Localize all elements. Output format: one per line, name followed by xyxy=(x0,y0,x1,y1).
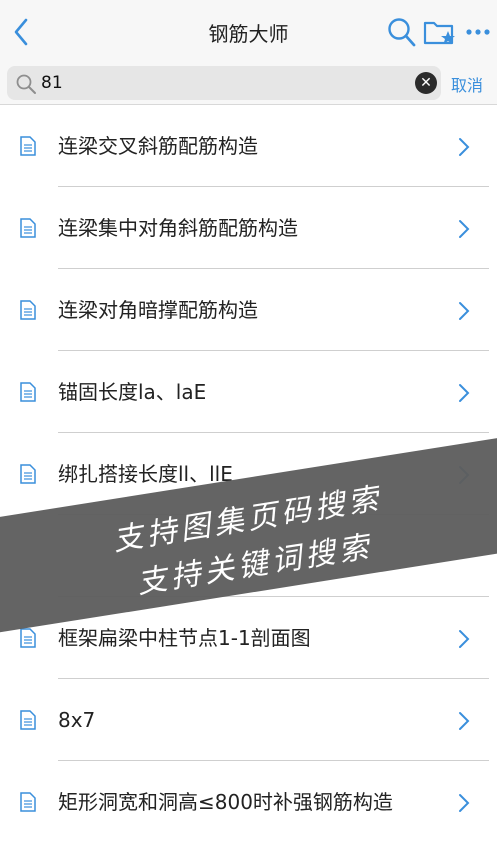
document-icon xyxy=(20,792,36,812)
list-item-label: 连梁交叉斜筋配筋构造 xyxy=(58,134,258,158)
list-item[interactable]: 8x7 xyxy=(0,679,497,761)
list-item-label: 锚固长度la、laE xyxy=(58,380,207,404)
more-button[interactable] xyxy=(464,14,494,50)
search-field[interactable]: ✕ xyxy=(7,66,441,100)
document-icon xyxy=(20,218,36,238)
search-input[interactable] xyxy=(41,70,411,96)
favorites-button[interactable] xyxy=(422,14,458,50)
list-item-label: 连梁对角暗撑配筋构造 xyxy=(58,298,258,322)
chevron-right-icon xyxy=(459,302,470,320)
search-icon xyxy=(16,74,36,94)
list-item[interactable]: 矩形洞宽和洞高≤800时补强钢筋构造 xyxy=(0,761,497,843)
document-icon xyxy=(20,300,36,320)
clear-search-button[interactable]: ✕ xyxy=(415,72,437,94)
list-item[interactable]: 连梁对角暗撑配筋构造 xyxy=(0,269,497,351)
list-item-label: 连梁集中对角斜筋配筋构造 xyxy=(58,216,298,240)
chevron-right-icon xyxy=(459,794,470,812)
chevron-right-icon xyxy=(459,220,470,238)
chevron-right-icon xyxy=(459,630,470,648)
chevron-right-icon xyxy=(459,712,470,730)
more-icon xyxy=(466,29,490,35)
document-icon xyxy=(20,382,36,402)
folder-star-icon xyxy=(423,21,455,45)
list-item[interactable]: 连梁集中对角斜筋配筋构造 xyxy=(0,187,497,269)
nav-bar: 钢筋大师 xyxy=(0,0,497,64)
close-icon: ✕ xyxy=(420,75,432,91)
list-item[interactable]: 锚固长度la、laE xyxy=(0,351,497,433)
document-icon xyxy=(20,136,36,156)
search-button[interactable] xyxy=(386,14,418,50)
document-icon xyxy=(20,628,36,648)
document-icon xyxy=(20,464,36,484)
list-item[interactable]: 连梁交叉斜筋配筋构造 xyxy=(0,105,497,187)
document-icon xyxy=(20,710,36,730)
cancel-button[interactable]: 取消 xyxy=(451,72,483,96)
search-bar: ✕ 取消 xyxy=(0,64,497,105)
list-item-label: 8x7 xyxy=(58,708,96,732)
search-icon xyxy=(388,18,416,47)
chevron-right-icon xyxy=(459,138,470,156)
chevron-right-icon xyxy=(459,384,470,402)
list-item-label: 矩形洞宽和洞高≤800时补强钢筋构造 xyxy=(58,790,393,814)
